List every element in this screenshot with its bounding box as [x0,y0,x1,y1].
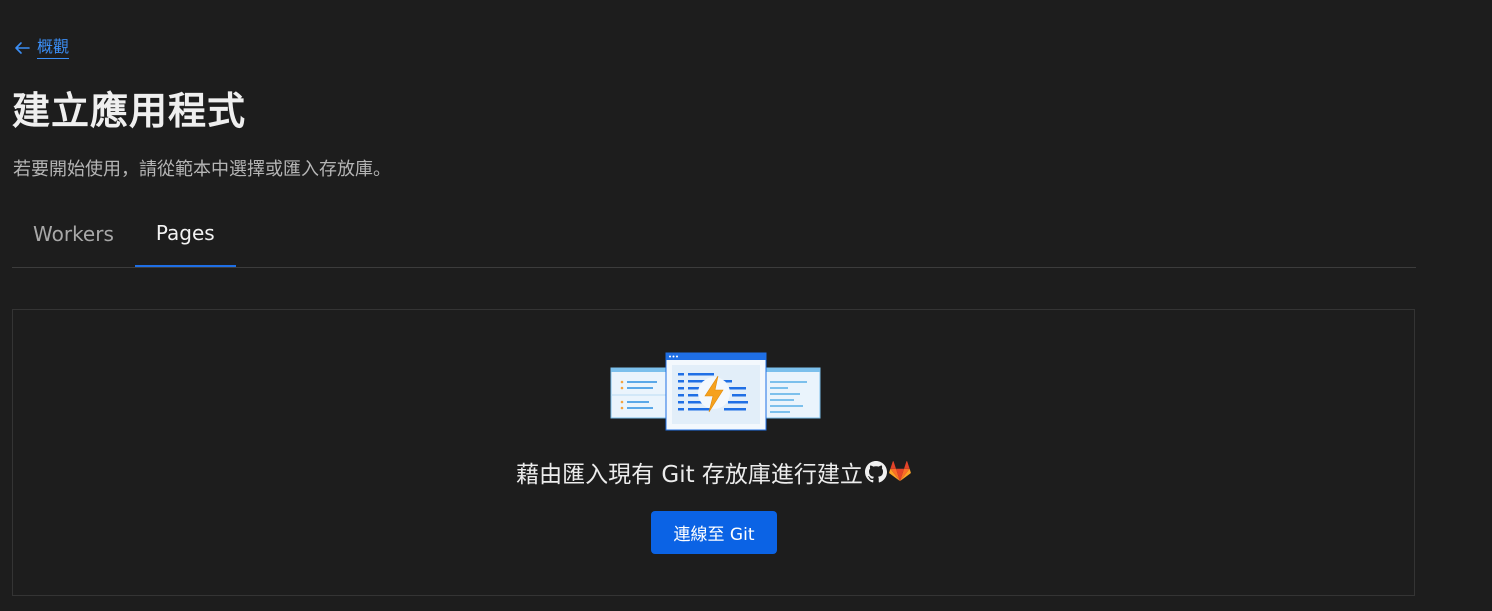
page-subtitle: 若要開始使用，請從範本中選擇或匯入存放庫。 [13,159,391,180]
connect-to-git-button[interactable]: 連線至 Git [651,511,777,554]
git-import-headline-text: 藉由匯入現有 Git 存放庫進行建立 [516,462,863,488]
back-link-label: 概觀 [37,36,70,59]
page-title: 建立應用程式 [12,89,247,133]
arrow-left-icon [15,41,30,54]
back-to-overview-link[interactable]: 概觀 [13,36,70,59]
pages-illustration [610,352,821,431]
tab-workers[interactable]: Workers [12,205,135,266]
tab-bar: Workers Pages [12,205,1416,268]
git-import-panel: 藉由匯入現有 Git 存放庫進行建立 連線至 Git [12,309,1415,596]
gitlab-icon [889,461,911,482]
create-application-page: 概觀 建立應用程式 若要開始使用，請從範本中選擇或匯入存放庫。 Workers … [0,0,1492,611]
tab-pages[interactable]: Pages [134,205,236,267]
git-import-headline: 藉由匯入現有 Git 存放庫進行建立 [13,455,1414,489]
github-icon [864,461,887,483]
